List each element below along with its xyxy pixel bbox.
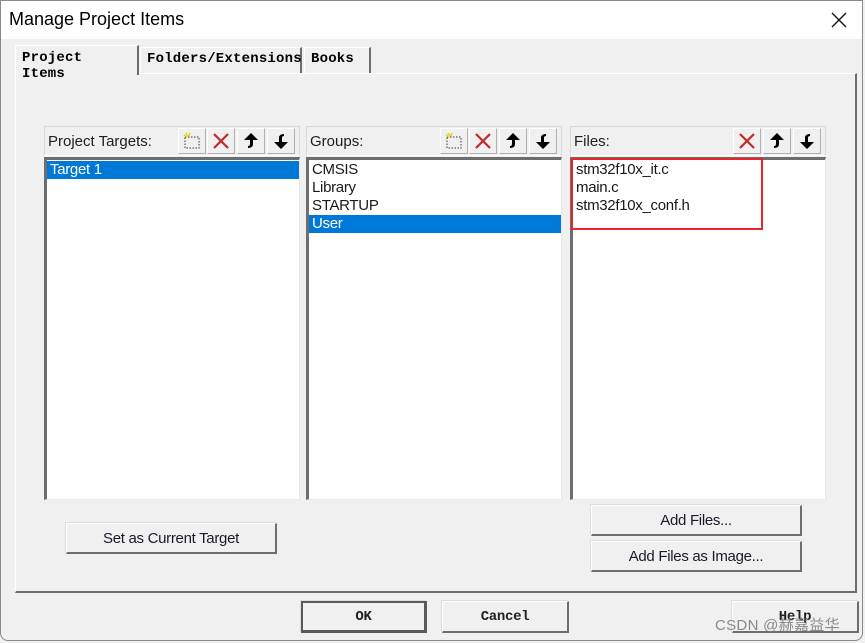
move-file-up-button[interactable] xyxy=(763,128,791,154)
project-targets-list[interactable]: Target 1 xyxy=(44,157,300,500)
delete-icon xyxy=(475,133,491,149)
list-item-group[interactable]: Library xyxy=(309,179,561,197)
files-label: Files: xyxy=(574,133,610,150)
delete-icon xyxy=(739,133,755,149)
move-down-icon xyxy=(536,134,550,149)
delete-target-button[interactable] xyxy=(207,128,235,154)
list-item-file[interactable]: stm32f10x_it.c xyxy=(573,161,825,179)
manage-project-items-dialog: Manage Project Items Project Items Folde… xyxy=(0,0,863,641)
project-targets-header: Project Targets: xyxy=(44,126,300,156)
groups-list[interactable]: CMSIS Library STARTUP User xyxy=(306,157,562,500)
tab-folders-extensions[interactable]: Folders/Extensions xyxy=(140,47,302,73)
move-group-down-button[interactable] xyxy=(529,128,557,154)
move-down-icon xyxy=(800,134,814,149)
groups-header: Groups: xyxy=(306,126,562,156)
title-bar: Manage Project Items xyxy=(1,1,862,39)
add-files-as-image-button[interactable]: Add Files as Image... xyxy=(591,541,802,572)
tab-project-items[interactable]: Project Items xyxy=(15,45,139,82)
move-file-down-button[interactable] xyxy=(793,128,821,154)
move-target-down-button[interactable] xyxy=(267,128,295,154)
close-icon xyxy=(831,12,847,28)
tab-label: Books xyxy=(311,51,355,67)
list-item-group[interactable]: CMSIS xyxy=(309,161,561,179)
new-target-button[interactable] xyxy=(178,128,206,154)
new-icon xyxy=(183,132,200,149)
files-list[interactable]: stm32f10x_it.c main.c stm32f10x_conf.h xyxy=(570,157,826,500)
dialog-title: Manage Project Items xyxy=(9,9,185,29)
list-item-file[interactable]: main.c xyxy=(573,179,825,197)
new-icon xyxy=(445,132,462,149)
move-down-icon xyxy=(274,134,288,149)
tab-label: Folders/Extensions xyxy=(147,51,302,67)
move-target-up-button[interactable] xyxy=(237,128,265,154)
list-item-group-selected[interactable]: User xyxy=(309,215,561,233)
set-as-current-target-button[interactable]: Set as Current Target xyxy=(66,523,277,554)
files-header: Files: xyxy=(570,126,826,156)
project-targets-label: Project Targets: xyxy=(48,133,152,150)
delete-icon xyxy=(213,133,229,149)
move-group-up-button[interactable] xyxy=(499,128,527,154)
ok-button[interactable]: OK xyxy=(301,601,427,633)
cancel-button[interactable]: Cancel xyxy=(442,601,569,633)
add-files-button[interactable]: Add Files... xyxy=(591,505,802,536)
delete-group-button[interactable] xyxy=(469,128,497,154)
move-up-icon xyxy=(244,133,258,148)
list-item-file[interactable]: stm32f10x_conf.h xyxy=(573,197,825,215)
delete-file-button[interactable] xyxy=(733,128,761,154)
list-item-group[interactable]: STARTUP xyxy=(309,197,561,215)
watermark: CSDN @赫嘉益华 xyxy=(715,617,840,634)
move-up-icon xyxy=(770,133,784,148)
move-up-icon xyxy=(506,133,520,148)
new-group-button[interactable] xyxy=(440,128,468,154)
list-item-target-1[interactable]: Target 1 xyxy=(47,161,299,179)
groups-label: Groups: xyxy=(310,133,364,150)
tab-books[interactable]: Books xyxy=(304,47,371,73)
close-button[interactable] xyxy=(816,1,862,39)
